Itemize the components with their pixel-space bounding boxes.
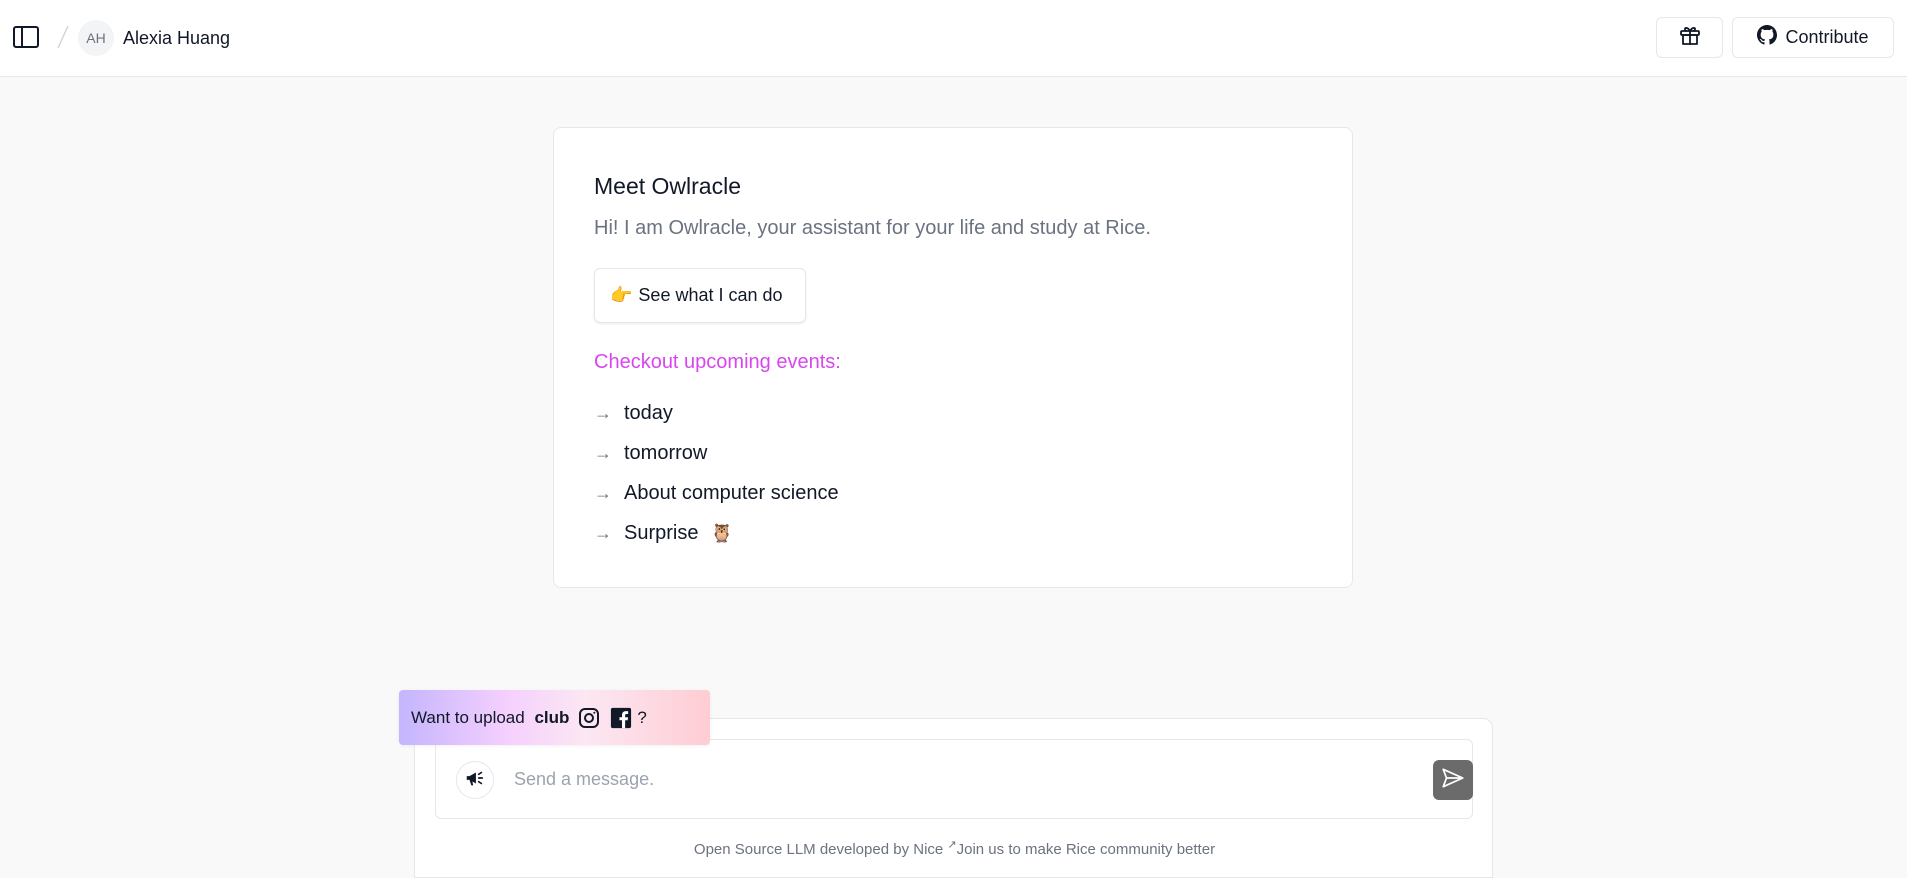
intro-subtitle: Hi! I am Owlracle, your assistant for yo…: [594, 217, 1151, 239]
upload-banner-suffix: ?: [637, 707, 647, 727]
upload-banner-bold: club: [534, 707, 570, 727]
upload-banner-prefix: Want to upload: [411, 707, 530, 727]
arrow-right-icon: →: [594, 442, 612, 463]
megaphone-icon: [464, 767, 486, 794]
see-what-i-can-do-label: See what I can do: [638, 285, 783, 305]
gift-icon: [1678, 23, 1702, 52]
top-bar: AH Alexia Huang Contribute: [0, 0, 1907, 77]
message-input[interactable]: [514, 764, 1394, 794]
sidebar-toggle-icon[interactable]: [12, 25, 40, 49]
contribute-button[interactable]: Contribute: [1732, 17, 1894, 58]
event-label: Surprise: [624, 521, 699, 544]
events-heading: Checkout upcoming events:: [594, 351, 841, 373]
upload-club-banner[interactable]: Want to upload club ?: [399, 690, 710, 745]
intro-card: Meet Owlracle Hi! I am Owlracle, your as…: [553, 127, 1353, 588]
send-icon: [1440, 765, 1466, 796]
announcement-button[interactable]: [456, 761, 494, 799]
external-link-icon[interactable]: ↗: [947, 839, 956, 851]
footer-join-link[interactable]: Join us to make Rice community better: [957, 841, 1215, 858]
see-what-i-can-do-button[interactable]: 👉 See what I can do: [594, 268, 806, 323]
event-item-today[interactable]: → today: [594, 398, 673, 428]
event-item-tomorrow[interactable]: → tomorrow: [594, 438, 707, 468]
user-name: Alexia Huang: [123, 28, 231, 48]
contribute-label: Contribute: [1785, 27, 1869, 47]
owl-icon: 🦉: [710, 522, 733, 543]
event-label: About computer science: [624, 481, 839, 504]
arrow-right-icon: →: [594, 482, 612, 503]
footer-prefix: Open Source LLM developed by Nice: [693, 841, 948, 858]
breadcrumb-separator: [56, 22, 70, 52]
gift-button[interactable]: [1656, 17, 1723, 58]
message-input-box: [435, 739, 1473, 819]
intro-title: Meet Owlracle: [594, 173, 741, 199]
send-button[interactable]: [1433, 760, 1473, 800]
footer-text: Open Source LLM developed by Nice ↗Join …: [415, 838, 1494, 858]
event-label: tomorrow: [624, 441, 708, 464]
github-icon: [1757, 25, 1778, 50]
instagram-icon: [577, 706, 601, 730]
avatar[interactable]: AH: [78, 20, 114, 56]
arrow-right-icon: →: [594, 402, 612, 423]
event-item-computer-science[interactable]: → About computer science: [594, 478, 839, 508]
event-item-surprise[interactable]: → Surprise 🦉: [594, 518, 733, 548]
arrow-right-icon: →: [594, 522, 612, 543]
pointing-hand-icon: 👉: [610, 285, 633, 305]
event-label: today: [624, 401, 673, 424]
facebook-icon: [610, 707, 632, 729]
